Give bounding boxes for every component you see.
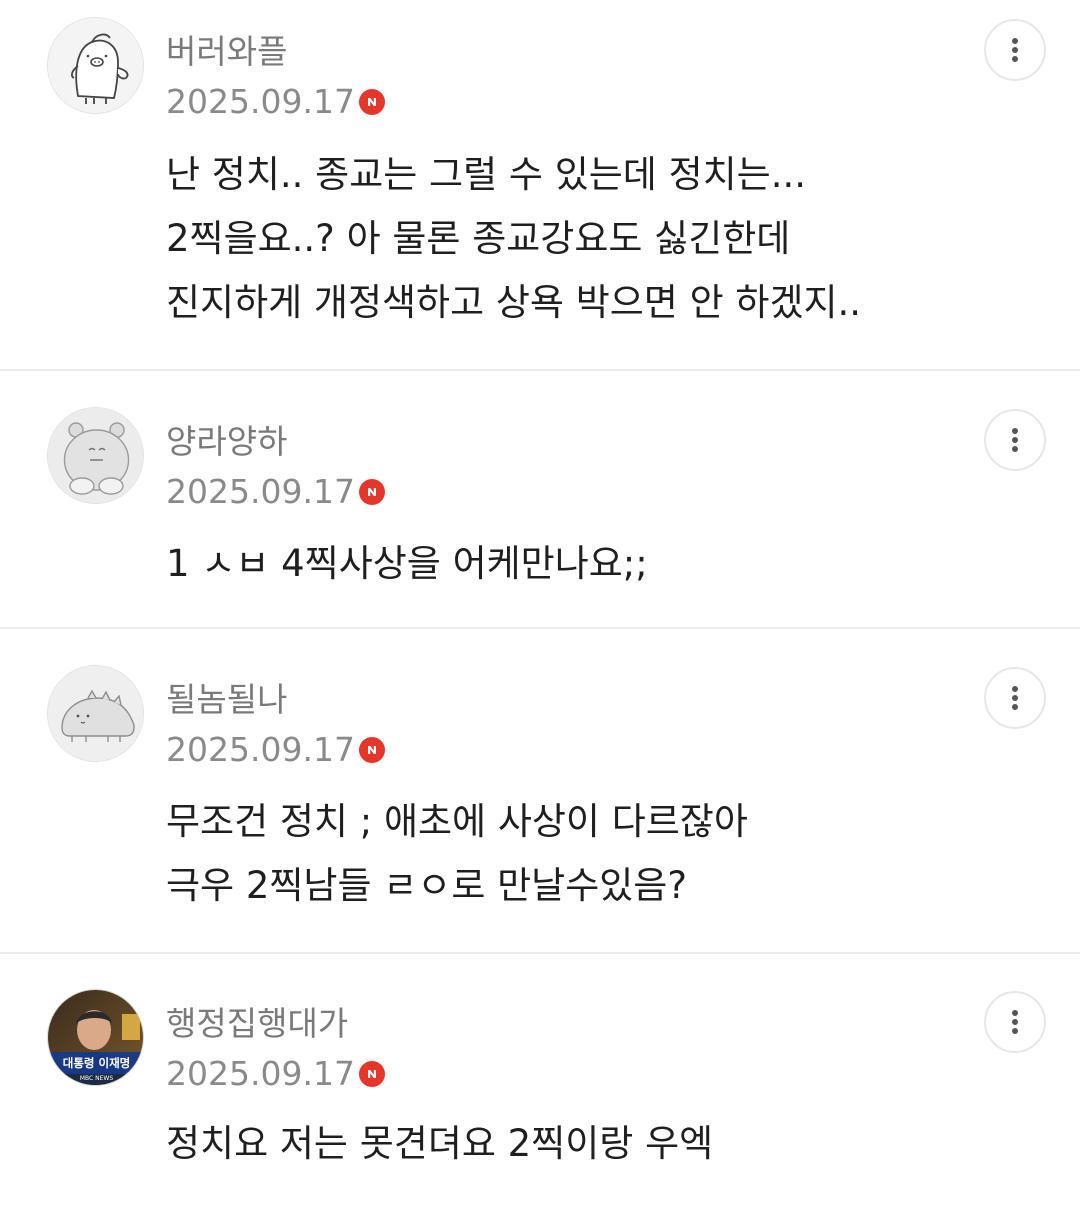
date-row: 2025.09.17 (166, 1054, 385, 1094)
more-options-button[interactable] (984, 19, 1046, 81)
naver-n-badge-icon (358, 479, 385, 505)
more-vertical-icon (1012, 686, 1018, 710)
divider (0, 952, 1080, 954)
comment-text-line: 정치요 저는 못견뎌요 2찍이랑 우엑 (166, 1122, 714, 1165)
comment-text-line: 난 정치.. 종교는 그럴 수 있는데 정치는... (166, 153, 806, 196)
avatar[interactable]: 대통령 이재명 MBC NEWS (47, 989, 144, 1086)
comment-text-line: 진지하게 개정색하고 상욕 박으면 안 하겠지.. (166, 281, 862, 324)
more-vertical-icon (1012, 38, 1018, 62)
avatar-small-text: MBC NEWS (80, 1075, 113, 1082)
comment-date: 2025.09.17 (166, 472, 355, 511)
nickname[interactable]: 될놈될나 (166, 680, 287, 720)
comment-text-line: 극우 2찍남들 ㄹㅇ로 만날수있음? (166, 864, 687, 907)
comment-date: 2025.09.17 (166, 82, 355, 121)
nickname[interactable]: 행정집행대가 (166, 1004, 348, 1044)
comment-body: 정치요 저는 못견뎌요 2찍이랑 우엑 (166, 1112, 1046, 1176)
naver-n-badge-icon (358, 1061, 385, 1087)
pig-character-icon (48, 18, 143, 113)
divider (0, 369, 1080, 371)
date-row: 2025.09.17 (166, 472, 385, 512)
comment-body: 무조건 정치 ; 애초에 사상이 다르잖아 극우 2찍남들 ㄹㅇ로 만날수있음? (166, 790, 1046, 918)
more-options-button[interactable] (984, 409, 1046, 471)
bear-character-icon (48, 408, 143, 503)
dinosaur-character-icon (48, 666, 143, 761)
more-vertical-icon (1012, 1010, 1018, 1034)
more-options-button[interactable] (984, 667, 1046, 729)
comment-date: 2025.09.17 (166, 1054, 355, 1093)
profile-photo: 대통령 이재명 MBC NEWS (48, 990, 143, 1085)
avatar-caption: 대통령 이재명 (63, 1056, 130, 1070)
comment-body: 난 정치.. 종교는 그럴 수 있는데 정치는... 2찍을요..? 아 물론 … (166, 143, 1046, 335)
avatar[interactable] (47, 407, 144, 504)
nickname[interactable]: 양라양하 (166, 422, 287, 462)
comment-text-line: 무조건 정치 ; 애초에 사상이 다르잖아 (166, 800, 748, 843)
comment-date: 2025.09.17 (166, 730, 355, 769)
date-row: 2025.09.17 (166, 730, 385, 770)
more-vertical-icon (1012, 428, 1018, 452)
avatar[interactable] (47, 17, 144, 114)
divider (0, 627, 1080, 629)
naver-n-badge-icon (358, 737, 385, 763)
comment-text-line: 1 ㅅㅂ 4찍사상을 어케만나요;; (166, 542, 648, 585)
date-row: 2025.09.17 (166, 82, 385, 122)
comment-text-line: 2찍을요..? 아 물론 종교강요도 싫긴한데 (166, 217, 791, 260)
comment-body: 1 ㅅㅂ 4찍사상을 어케만나요;; (166, 532, 1046, 596)
naver-n-badge-icon (358, 89, 385, 115)
avatar[interactable] (47, 665, 144, 762)
nickname[interactable]: 버러와플 (166, 32, 287, 72)
more-options-button[interactable] (984, 991, 1046, 1053)
